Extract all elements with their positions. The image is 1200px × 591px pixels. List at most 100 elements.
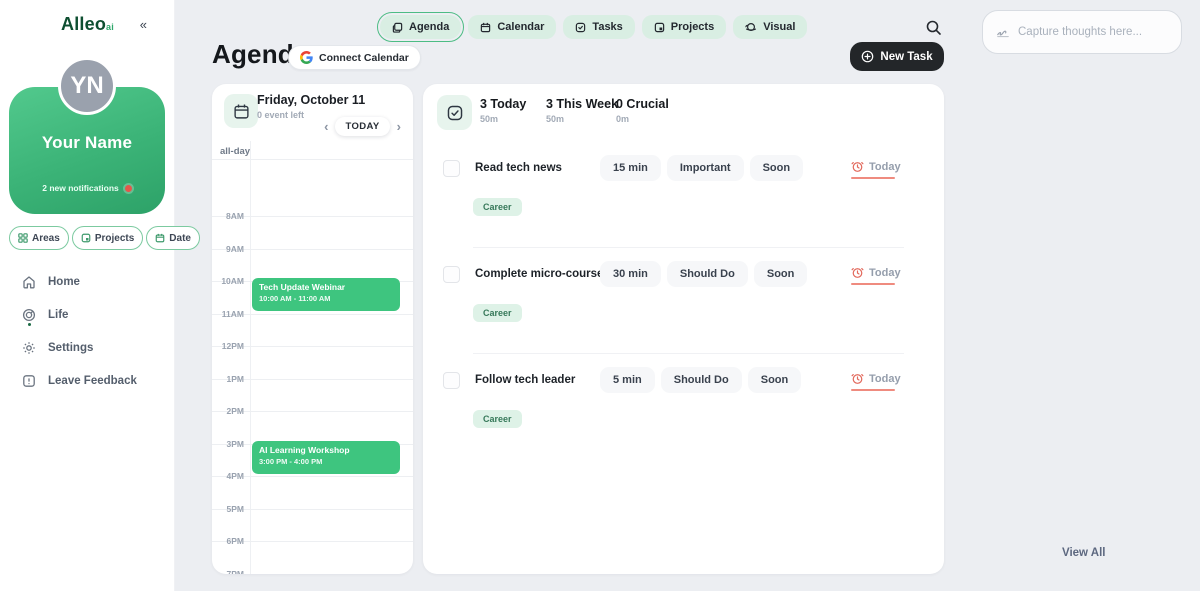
tag-career[interactable]: Career [473, 410, 522, 428]
calendar-icon [480, 22, 491, 33]
feedback-icon [22, 374, 36, 388]
hour-label: 3PM [212, 439, 244, 449]
tag-career[interactable]: Career [473, 304, 522, 322]
hour-label: 1PM [212, 374, 244, 384]
home-icon [22, 275, 36, 289]
tab-visual[interactable]: Visual [733, 15, 807, 39]
sidebar-filters: Areas Projects Date [9, 226, 200, 250]
areas-label: Areas [32, 233, 60, 244]
tasks-panel: 3 Today 50m 3 This Week 50m 0 Crucial 0m… [423, 84, 944, 574]
app-root: Alleoai « YN Your Name 2 new notificatio… [0, 0, 1200, 591]
tasks-icon [437, 95, 472, 130]
stat-count: 3 This Week [546, 97, 618, 111]
task-row: Complete micro-course 30 min Should Do S… [423, 266, 944, 366]
date-label: Date [169, 233, 191, 244]
task-checkbox[interactable] [443, 372, 460, 389]
notifications-label[interactable]: 2 new notifications [42, 183, 119, 193]
task-title[interactable]: Complete micro-course [475, 268, 603, 280]
alarm-icon [851, 372, 864, 385]
plus-circle-icon [861, 50, 874, 63]
stat-count: 0 Crucial [616, 97, 669, 111]
time-grid[interactable]: all-day 8AM 9AM 10AM 11AM 12PM 1PM 2PM 3… [212, 141, 413, 574]
target-icon [22, 308, 36, 322]
sidebar-item-settings[interactable]: Settings [22, 332, 137, 364]
agenda-icon [392, 22, 403, 33]
active-dot-icon [28, 323, 31, 326]
capture-thoughts-box[interactable] [982, 10, 1182, 54]
task-title[interactable]: Read tech news [475, 162, 562, 174]
pen-lines-icon [996, 26, 1010, 38]
user-name: Your Name [9, 133, 165, 153]
next-day-icon[interactable]: › [397, 120, 401, 133]
event-title: AI Learning Workshop [259, 445, 393, 455]
due-underline [851, 283, 895, 285]
hour-label: 10AM [212, 276, 244, 286]
tab-tasks[interactable]: Tasks [563, 15, 634, 39]
hour-label: 7PM [212, 569, 244, 574]
connect-calendar-label: Connect Calendar [319, 52, 409, 64]
avatar[interactable]: YN [58, 57, 116, 115]
projects-icon [81, 233, 91, 243]
tab-calendar-label: Calendar [497, 21, 544, 33]
events-left-label: 0 event left [257, 110, 304, 120]
due-label: Today [869, 373, 901, 385]
today-button[interactable]: TODAY [335, 117, 389, 136]
event-time: 10:00 AM - 11:00 AM [259, 294, 393, 303]
task-checkbox[interactable] [443, 266, 460, 283]
life-label: Life [48, 309, 68, 321]
due-indicator[interactable]: Today [851, 160, 901, 173]
projects-icon [654, 22, 665, 33]
prev-day-icon[interactable]: ‹ [324, 120, 328, 133]
priority-pill[interactable]: Should Do [667, 261, 748, 287]
calendar-event[interactable]: Tech Update Webinar 10:00 AM - 11:00 AM [252, 278, 400, 311]
calendar-date-title: Friday, October 11 [257, 93, 365, 107]
all-day-label: all-day [220, 146, 250, 157]
urgency-pill[interactable]: Soon [750, 155, 804, 181]
duration-pill[interactable]: 5 min [600, 367, 655, 393]
new-task-label: New Task [880, 51, 932, 63]
hour-label: 5PM [212, 504, 244, 514]
tab-tasks-label: Tasks [592, 21, 622, 33]
stat-sub: 50m [480, 114, 526, 124]
collapse-sidebar-icon[interactable]: « [140, 17, 147, 32]
projects-button[interactable]: Projects [72, 226, 143, 250]
priority-pill[interactable]: Important [667, 155, 744, 181]
google-icon [300, 51, 313, 64]
sidebar-item-home[interactable]: Home [22, 266, 137, 298]
duration-pill[interactable]: 15 min [600, 155, 661, 181]
areas-button[interactable]: Areas [9, 226, 69, 250]
calendar-icon [224, 94, 258, 128]
urgency-pill[interactable]: Soon [754, 261, 808, 287]
tab-projects-label: Projects [671, 21, 714, 33]
duration-pill[interactable]: 30 min [600, 261, 661, 287]
due-underline [851, 389, 895, 391]
new-task-button[interactable]: New Task [850, 42, 944, 71]
sidebar-menu: Home Life Settings Leave Feedback [22, 266, 137, 397]
due-indicator[interactable]: Today [851, 372, 901, 385]
tab-calendar[interactable]: Calendar [468, 15, 556, 39]
sidebar-item-life[interactable]: Life [22, 299, 137, 331]
stat-today: 3 Today 50m [480, 97, 526, 124]
task-title[interactable]: Follow tech leader [475, 374, 575, 386]
sidebar-item-feedback[interactable]: Leave Feedback [22, 365, 137, 397]
calendar-icon [155, 233, 165, 243]
tab-agenda[interactable]: Agenda [380, 15, 461, 39]
calendar-event[interactable]: AI Learning Workshop 3:00 PM - 4:00 PM [252, 441, 400, 474]
view-all-link[interactable]: View All [1062, 547, 1105, 559]
tab-projects[interactable]: Projects [642, 15, 726, 39]
tab-agenda-label: Agenda [409, 21, 449, 33]
urgency-pill[interactable]: Soon [748, 367, 802, 393]
hour-label: 4PM [212, 471, 244, 481]
search-icon[interactable] [925, 19, 943, 37]
task-row: Read tech news 15 min Important Soon Tod… [423, 160, 944, 260]
due-label: Today [869, 267, 901, 279]
due-indicator[interactable]: Today [851, 266, 901, 279]
home-label: Home [48, 276, 80, 288]
date-button[interactable]: Date [146, 226, 200, 250]
priority-pill[interactable]: Should Do [661, 367, 742, 393]
task-checkbox[interactable] [443, 160, 460, 177]
event-title: Tech Update Webinar [259, 282, 393, 292]
connect-calendar-button[interactable]: Connect Calendar [288, 45, 421, 70]
tag-career[interactable]: Career [473, 198, 522, 216]
capture-thoughts-input[interactable] [1018, 26, 1168, 38]
